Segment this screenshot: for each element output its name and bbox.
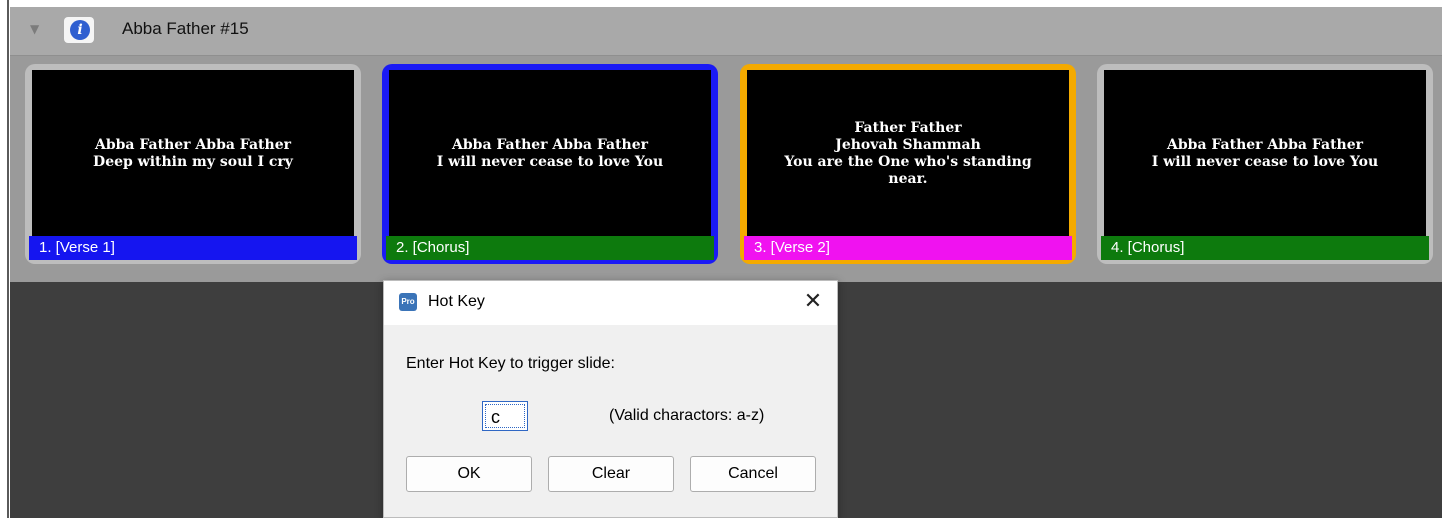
close-icon[interactable]: ✕: [799, 287, 827, 317]
slide-2[interactable]: Abba Father Abba Father I will never cea…: [382, 64, 718, 264]
slide-text: Abba Father Abba Father I will never cea…: [436, 137, 664, 170]
slide-screen: Abba Father Abba Father Deep within my s…: [32, 70, 354, 238]
slide-label: 3. [Verse 2]: [754, 239, 830, 256]
hot-key-dialog: Pro Hot Key ✕ Enter Hot Key to trigger s…: [383, 280, 838, 518]
clear-button[interactable]: Clear: [548, 456, 674, 492]
slide-text: Abba Father Abba Father I will never cea…: [1151, 137, 1379, 170]
presentation-header: ▼ i Abba Father #15: [10, 7, 1442, 56]
left-divider: [7, 0, 9, 518]
triangle-down-icon[interactable]: ▼: [30, 22, 39, 36]
slide-label: 2. [Chorus]: [396, 239, 470, 256]
slide-3[interactable]: Father Father Jehovah Shammah You are th…: [740, 64, 1076, 264]
slide-screen: Abba Father Abba Father I will never cea…: [389, 70, 711, 238]
slide-4[interactable]: Abba Father Abba Father I will never cea…: [1097, 64, 1433, 264]
slide-1[interactable]: Abba Father Abba Father Deep within my s…: [25, 64, 361, 264]
info-icon[interactable]: i: [64, 17, 94, 43]
slide-label-bar: 1. [Verse 1]: [29, 236, 357, 260]
dialog-titlebar: Pro Hot Key ✕: [384, 281, 837, 325]
slide-screen: Abba Father Abba Father I will never cea…: [1104, 70, 1426, 238]
presentation-title: Abba Father #15: [122, 19, 249, 38]
propresenter-app-icon: Pro: [399, 293, 417, 311]
left-strip: [0, 0, 10, 518]
info-circle: i: [70, 20, 90, 40]
slide-screen: Father Father Jehovah Shammah You are th…: [747, 70, 1069, 238]
valid-characters-hint: (Valid charactors: a-z): [609, 407, 765, 424]
slides-area: Abba Father Abba Father Deep within my s…: [10, 56, 1442, 282]
slide-label: 1. [Verse 1]: [39, 239, 115, 256]
dialog-title: Hot Key: [428, 293, 485, 310]
hot-key-prompt: Enter Hot Key to trigger slide:: [406, 355, 615, 372]
slide-text: Father Father Jehovah Shammah You are th…: [784, 120, 1032, 187]
cancel-button[interactable]: Cancel: [690, 456, 816, 492]
ok-button[interactable]: OK: [406, 456, 532, 492]
slide-label-bar: 3. [Verse 2]: [744, 236, 1072, 260]
slide-label-bar: 2. [Chorus]: [386, 236, 714, 260]
hot-key-input[interactable]: [482, 401, 528, 431]
slide-label-bar: 4. [Chorus]: [1101, 236, 1429, 260]
slide-text: Abba Father Abba Father Deep within my s…: [93, 137, 293, 170]
slide-label: 4. [Chorus]: [1111, 239, 1185, 256]
